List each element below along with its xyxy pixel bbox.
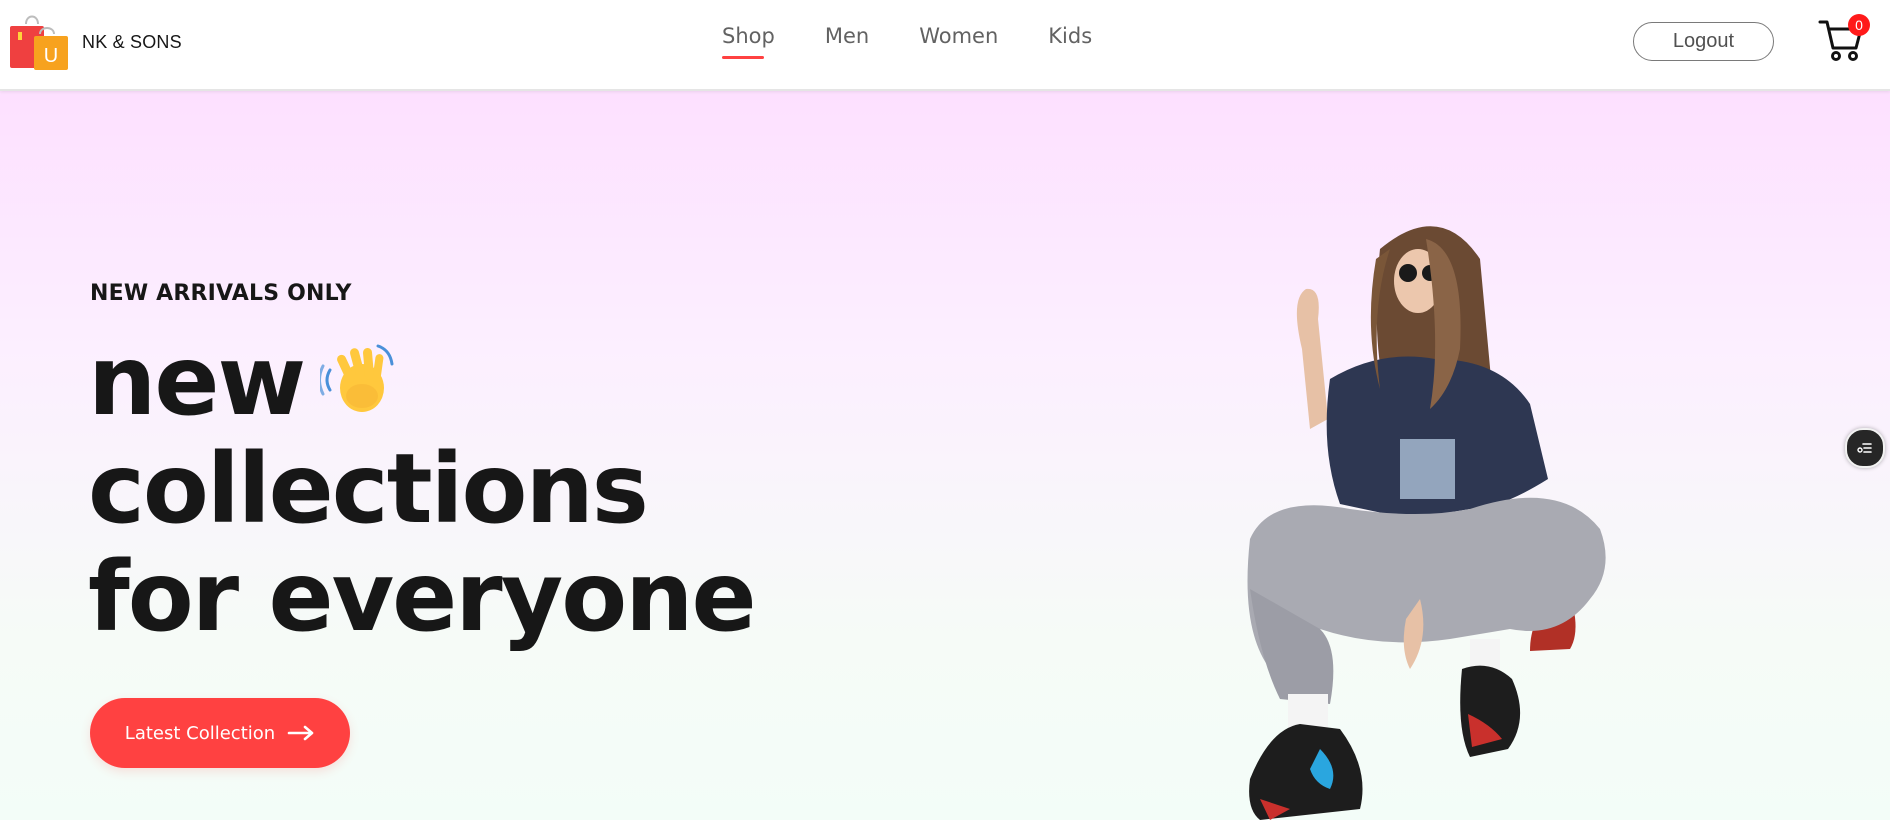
logo-letter: U bbox=[44, 45, 58, 67]
headline-line-3: for everyone bbox=[88, 541, 757, 653]
headline-word: new bbox=[88, 325, 306, 437]
headline-line-1: new bbox=[88, 327, 755, 435]
brand[interactable]: U NK & SONS bbox=[8, 12, 182, 72]
cart-count-badge: 0 bbox=[1848, 14, 1870, 36]
nav-item-women[interactable]: Women bbox=[919, 24, 998, 48]
page: U NK & SONS Shop Men Women Kids Logout 0… bbox=[0, 0, 1890, 820]
hero-eyebrow: NEW ARRIVALS ONLY bbox=[90, 281, 352, 306]
nav-item-label: Kids bbox=[1048, 24, 1093, 48]
navbar: U NK & SONS Shop Men Women Kids Logout 0 bbox=[0, 0, 1890, 91]
hero-section: NEW ARRIVALS ONLY new collections for ev… bbox=[0, 91, 1890, 820]
headline-line-2: collections bbox=[88, 433, 649, 545]
main-nav: Shop Men Women Kids bbox=[722, 24, 1092, 59]
latest-collection-button[interactable]: Latest Collection bbox=[90, 698, 350, 768]
active-nav-indicator bbox=[722, 56, 764, 59]
cta-label: Latest Collection bbox=[124, 722, 276, 744]
cart-button[interactable]: 0 bbox=[1818, 14, 1874, 62]
settings-filter-icon bbox=[1857, 443, 1872, 453]
nav-item-label: Shop bbox=[722, 24, 775, 48]
nav-item-shop[interactable]: Shop bbox=[722, 24, 775, 59]
nav-item-label: Women bbox=[919, 24, 999, 48]
waving-hand-icon bbox=[320, 344, 394, 412]
nav-item-label: Men bbox=[824, 24, 870, 48]
hero-headline: new collections for everyone bbox=[88, 327, 757, 653]
arrow-right-icon bbox=[287, 725, 314, 741]
nav-item-men[interactable]: Men bbox=[825, 24, 869, 48]
model-photo bbox=[1247, 226, 1606, 820]
nav-item-kids[interactable]: Kids bbox=[1048, 24, 1092, 48]
brand-name: NK & SONS bbox=[82, 31, 182, 52]
shopping-bags-logo-icon: U bbox=[10, 15, 68, 70]
logout-button[interactable]: Logout bbox=[1633, 22, 1774, 61]
floating-settings-button[interactable] bbox=[1845, 428, 1885, 468]
